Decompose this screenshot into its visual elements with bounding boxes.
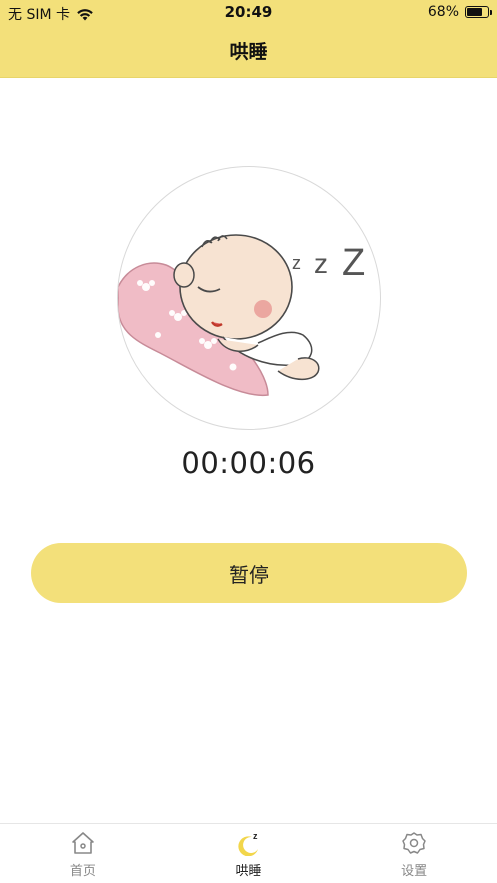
moon-icon: z	[237, 831, 258, 856]
battery-icon	[465, 6, 492, 18]
page-title: 哄睡	[229, 41, 268, 63]
battery-fill	[467, 8, 482, 16]
tab-settings[interactable]: 设置	[331, 824, 497, 883]
sleeping-baby-drawing: z z Z	[118, 234, 365, 397]
tab-sleep-label: 哄睡	[235, 864, 262, 879]
status-time: 20:49	[224, 3, 273, 21]
tab-settings-label: 设置	[401, 864, 428, 879]
pause-button[interactable]: 暂停	[31, 543, 467, 603]
status-right: 68%	[427, 4, 492, 20]
elapsed-timer: 00:00:06	[181, 446, 316, 480]
battery-percent: 68%	[427, 4, 459, 20]
tab-bar: 首页 z 哄睡 设置	[0, 823, 497, 883]
tab-home-label: 首页	[69, 864, 96, 879]
home-icon	[72, 832, 94, 854]
tab-sleep[interactable]: z 哄睡	[166, 824, 332, 883]
header-bar: 无 SIM 卡 20:49 68% 哄睡	[0, 0, 497, 78]
sleeping-baby-illustration: z z Z	[117, 166, 381, 430]
tab-home[interactable]: 首页	[0, 824, 166, 883]
settings-icon	[402, 832, 426, 854]
svg-text:z: z	[292, 253, 301, 273]
svg-text:Z: Z	[342, 242, 365, 284]
svg-text:z: z	[253, 831, 258, 841]
screen: 无 SIM 卡 20:49 68% 哄睡 z z Z 00:00:06 暂停 首…	[0, 0, 497, 883]
status-bar: 无 SIM 卡 20:49 68%	[0, 0, 497, 26]
svg-text:z: z	[314, 248, 328, 279]
